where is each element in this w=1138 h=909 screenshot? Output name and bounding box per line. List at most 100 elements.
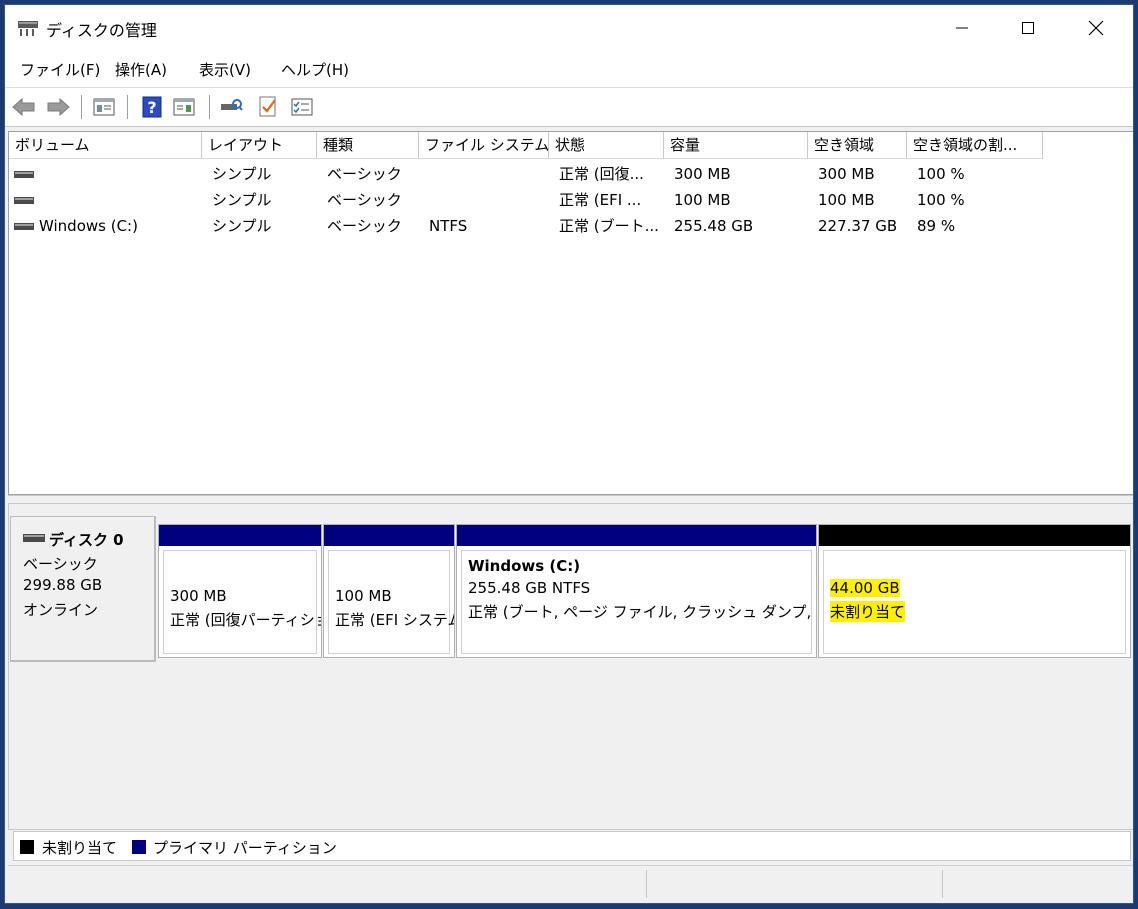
column-header-free-space[interactable]: 空き領域 — [808, 132, 907, 159]
toolbar-separator — [127, 95, 128, 119]
partition-body: 300 MB 正常 (回復パーティション) — [163, 550, 321, 654]
table-row[interactable]: Windows (C:) シンプル ベーシック NTFS 正常 (ブート... … — [9, 213, 1133, 239]
disk-management-icon — [18, 21, 38, 36]
legend-label-primary: プライマリ パーティション — [153, 839, 337, 857]
disk-icon — [23, 534, 45, 542]
checklist-icon — [291, 98, 313, 116]
drive-icon — [14, 223, 34, 230]
status-bar — [8, 865, 1133, 902]
title-bar[interactable]: ディスクの管理 — [5, 5, 1133, 51]
menu-action[interactable]: 操作(A) — [115, 59, 167, 80]
show-hide-console-tree-button[interactable] — [91, 94, 117, 120]
cell-capacity: 255.48 GB — [674, 217, 754, 235]
partition-efi[interactable]: 100 MB 正常 (EFI システム パーティション) — [323, 524, 455, 658]
partition-size: 255.48 GB NTFS — [468, 579, 591, 597]
menu-file[interactable]: ファイル(F) — [20, 59, 100, 80]
cell-volume: Windows (C:) — [39, 217, 138, 235]
disk-map-pane[interactable]: ディスク 0 ベーシック 299.88 GB オンライン 300 MB 正常 (… — [8, 503, 1133, 830]
maximize-button[interactable] — [995, 5, 1061, 51]
partition-title: Windows (C:) — [468, 557, 581, 575]
cell-layout: シンプル — [212, 191, 272, 209]
legend-swatch-primary — [132, 840, 146, 854]
minimize-icon — [956, 27, 968, 29]
cell-free-space: 227.37 GB — [818, 217, 898, 235]
column-header-percent-free[interactable]: 空き領域の割... — [907, 132, 1043, 159]
partition-body: 100 MB 正常 (EFI システム パーティション) — [328, 550, 454, 654]
column-header-layout[interactable]: レイアウト — [202, 132, 317, 159]
back-button[interactable] — [11, 94, 37, 120]
properties-check-button[interactable] — [255, 94, 281, 120]
cell-status: 正常 (回復... — [559, 165, 644, 183]
checkmark-doc-icon — [259, 96, 276, 117]
minimize-button[interactable] — [929, 5, 995, 51]
cell-filesystem: NTFS — [429, 217, 468, 235]
partition-status: 正常 (回復パーティション) — [170, 611, 321, 629]
show-hide-action-pane-button[interactable] — [171, 94, 197, 120]
toolbar-separator — [81, 95, 82, 119]
disk-name: ディスク 0 — [49, 531, 124, 549]
partition-windows-c[interactable]: Windows (C:) 255.48 GB NTFS 正常 (ブート, ページ… — [456, 524, 817, 658]
forward-arrow-icon — [47, 98, 70, 116]
window-title: ディスクの管理 — [46, 21, 157, 40]
cell-type: ベーシック — [327, 217, 402, 235]
connect-disk-button[interactable] — [219, 94, 245, 120]
disk-info-panel[interactable]: ディスク 0 ベーシック 299.88 GB オンライン — [10, 516, 156, 662]
menu-bar: ファイル(F) 操作(A) 表示(V) ヘルプ(H) — [5, 51, 1133, 88]
legend-swatch-unallocated — [20, 840, 34, 854]
partition-type-bar — [159, 525, 321, 546]
column-header-filesystem[interactable]: ファイル システム — [419, 132, 549, 159]
menu-help[interactable]: ヘルプ(H) — [281, 59, 349, 80]
svg-text:?: ? — [147, 98, 156, 117]
table-row[interactable]: シンプル ベーシック 正常 (回復... 300 MB 300 MB 100 % — [9, 161, 1133, 187]
partition-status: 未割り当て — [830, 601, 906, 622]
partition-size: 44.00 GB — [830, 579, 900, 597]
disk-search-icon — [221, 99, 243, 111]
cell-free-space: 100 MB — [818, 191, 875, 209]
drive-icon — [14, 171, 34, 178]
close-icon — [1088, 20, 1104, 36]
menu-view[interactable]: 表示(V) — [199, 59, 251, 80]
partition-status: 正常 (EFI システム パーティション) — [335, 611, 454, 629]
partition-unallocated[interactable]: 44.00 GB 未割り当て — [818, 524, 1131, 658]
help-icon: ? — [142, 96, 162, 118]
cell-percent-free: 89 % — [917, 217, 956, 235]
maximize-icon — [1022, 22, 1034, 34]
column-header-status[interactable]: 状態 — [549, 132, 664, 159]
toolbar-separator — [209, 95, 210, 119]
disk-state: オンライン — [23, 601, 99, 619]
partition-recovery[interactable]: 300 MB 正常 (回復パーティション) — [158, 524, 322, 658]
column-header-capacity[interactable]: 容量 — [664, 132, 808, 159]
close-button[interactable] — [1063, 5, 1129, 51]
list-properties-button[interactable] — [289, 94, 315, 120]
cell-percent-free: 100 % — [917, 191, 965, 209]
cell-capacity: 100 MB — [674, 191, 731, 209]
status-separator — [942, 870, 943, 898]
partition-body: Windows (C:) 255.48 GB NTFS 正常 (ブート, ページ… — [461, 550, 816, 654]
back-arrow-icon — [12, 98, 35, 116]
column-header-type[interactable]: 種類 — [317, 132, 419, 159]
cell-free-space: 300 MB — [818, 165, 875, 183]
table-row[interactable]: シンプル ベーシック 正常 (EFI ... 100 MB 100 MB 100… — [9, 187, 1133, 213]
cell-layout: シンプル — [212, 165, 272, 183]
partition-body: 44.00 GB 未割り当て — [823, 550, 1126, 654]
partition-size: 100 MB — [335, 587, 392, 605]
legend-label-unallocated: 未割り当て — [42, 839, 118, 857]
cell-capacity: 300 MB — [674, 165, 731, 183]
partition-status: 正常 (ブート, ページ ファイル, クラッシュ ダンプ, プライマリ パーティ… — [468, 603, 816, 621]
disk-size: 299.88 GB — [23, 576, 103, 594]
cell-type: ベーシック — [327, 191, 402, 209]
partition-type-bar — [819, 525, 1130, 546]
cell-type: ベーシック — [327, 165, 402, 183]
volume-list[interactable]: ボリューム レイアウト 種類 ファイル システム 状態 容量 空き領域 空き領域… — [8, 131, 1133, 495]
disk-type: ベーシック — [23, 555, 98, 573]
partition-size: 300 MB — [170, 587, 227, 605]
status-separator — [646, 870, 647, 898]
legend: 未割り当て プライマリ パーティション — [13, 831, 1131, 861]
column-header-volume[interactable]: ボリューム — [9, 132, 202, 159]
forward-button[interactable] — [45, 94, 71, 120]
pane-splitter[interactable] — [8, 495, 1133, 502]
console-tree-icon — [93, 98, 115, 116]
help-button[interactable]: ? — [139, 94, 165, 120]
cell-status: 正常 (ブート... — [559, 217, 659, 235]
partition-type-bar — [324, 525, 454, 546]
